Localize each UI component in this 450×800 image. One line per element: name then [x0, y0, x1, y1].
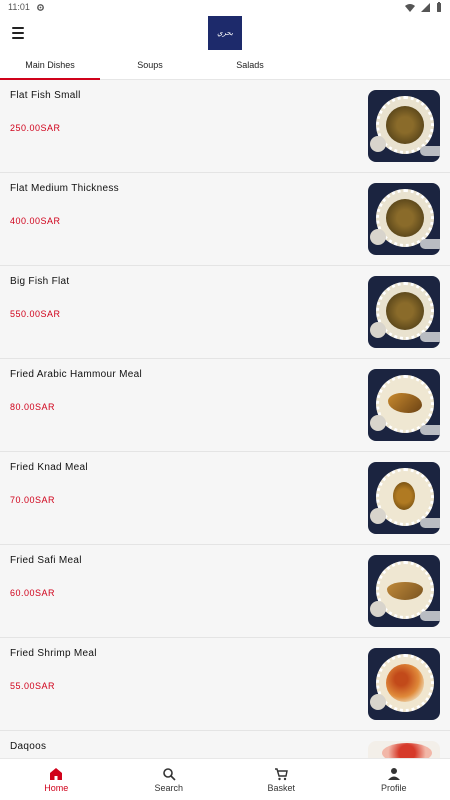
- status-right: [405, 2, 442, 12]
- item-price: 250.00SAR: [10, 123, 61, 133]
- menu-item[interactable]: Flat Medium Thickness 400.00SAR: [0, 173, 450, 266]
- item-image: [368, 741, 440, 758]
- profile-icon: [387, 767, 400, 780]
- item-image: [368, 183, 440, 255]
- menu-list: Flat Fish Small 250.00SAR Flat Medium Th…: [0, 80, 450, 758]
- nav-home[interactable]: Home: [0, 759, 113, 800]
- brand-logo-text: بحري: [217, 29, 233, 37]
- item-price: 550.00SAR: [10, 309, 61, 319]
- nav-label: Search: [154, 782, 184, 793]
- menu-button[interactable]: [12, 24, 30, 42]
- item-image: [368, 555, 440, 627]
- nav-label: Basket: [267, 782, 295, 793]
- item-name: Flat Medium Thickness: [10, 183, 119, 194]
- item-image: [368, 90, 440, 162]
- item-image: [368, 369, 440, 441]
- nav-search[interactable]: Search: [113, 759, 226, 800]
- menu-item[interactable]: Fried Safi Meal 60.00SAR: [0, 545, 450, 638]
- brand-logo: بحري: [208, 16, 242, 50]
- bottom-navigation: Home Search Basket Profile: [0, 758, 450, 800]
- item-image: [368, 462, 440, 534]
- tab-label: Main Dishes: [25, 60, 75, 70]
- category-tabs: Main Dishes Soups Salads: [0, 58, 450, 80]
- item-name: Daqoos: [10, 741, 47, 752]
- status-bar: 11:01: [0, 0, 450, 14]
- item-price: 400.00SAR: [10, 216, 61, 226]
- tab-label: Salads: [236, 60, 264, 70]
- nav-profile[interactable]: Profile: [338, 759, 450, 800]
- item-name: Fried Arabic Hammour Meal: [10, 369, 142, 380]
- battery-icon: [437, 2, 441, 12]
- status-time: 11:01: [8, 2, 30, 12]
- tab-label: Soups: [137, 60, 163, 70]
- menu-item[interactable]: Daqoos: [0, 731, 450, 758]
- tab-salads[interactable]: Salads: [200, 58, 300, 79]
- status-left: 11:01: [8, 2, 45, 12]
- item-price: 70.00SAR: [10, 495, 56, 505]
- item-name: Big Fish Flat: [10, 276, 70, 287]
- item-name: Fried Safi Meal: [10, 555, 82, 566]
- item-name: Flat Fish Small: [10, 90, 81, 101]
- menu-icon-line: [12, 37, 24, 39]
- menu-item[interactable]: Flat Fish Small 250.00SAR: [0, 80, 450, 173]
- item-price: 55.00SAR: [10, 681, 56, 691]
- menu-icon-line: [12, 27, 24, 29]
- tab-main-dishes[interactable]: Main Dishes: [0, 58, 100, 80]
- menu-item[interactable]: Fried Shrimp Meal 55.00SAR: [0, 638, 450, 731]
- menu-item[interactable]: Fried Knad Meal 70.00SAR: [0, 452, 450, 545]
- tab-soups[interactable]: Soups: [100, 58, 200, 79]
- settings-icon: [36, 3, 44, 11]
- menu-item[interactable]: Big Fish Flat 550.00SAR: [0, 266, 450, 359]
- signal-icon: [421, 2, 430, 12]
- basket-icon: [275, 767, 289, 780]
- item-image: [368, 276, 440, 348]
- item-price: 80.00SAR: [10, 402, 56, 412]
- search-icon: [162, 767, 176, 781]
- item-name: Fried Shrimp Meal: [10, 648, 97, 659]
- nav-label: Home: [44, 782, 69, 793]
- item-price: 60.00SAR: [10, 588, 56, 598]
- nav-label: Profile: [380, 782, 407, 793]
- wifi-icon: [405, 3, 415, 12]
- app-bar: بحري: [0, 14, 450, 58]
- menu-icon-line: [12, 32, 24, 34]
- menu-item[interactable]: Fried Arabic Hammour Meal 80.00SAR: [0, 359, 450, 452]
- item-name: Fried Knad Meal: [10, 462, 88, 473]
- home-icon: [50, 767, 63, 780]
- item-image: [368, 648, 440, 720]
- nav-basket[interactable]: Basket: [225, 759, 338, 800]
